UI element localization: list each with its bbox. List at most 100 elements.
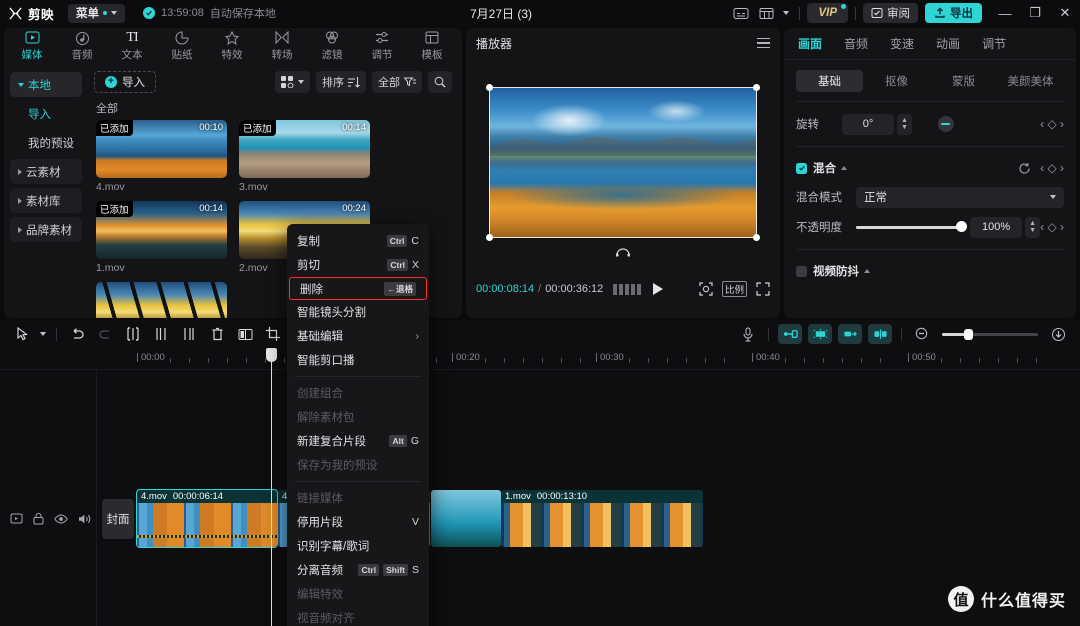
nav-item-import[interactable]: 导入 [10, 101, 82, 126]
tab-picture[interactable]: 画面 [798, 35, 822, 52]
opacity-stepper[interactable]: ▲ ▼ [1025, 216, 1041, 238]
tab-adjust[interactable]: 调节 [357, 28, 407, 64]
export-button[interactable]: 导出 [925, 3, 982, 23]
timeline-ruler[interactable]: 00:00 00:20 00:30 00:40 00:50 [0, 348, 1080, 370]
subtab-basic[interactable]: 基础 [796, 70, 863, 92]
layout-icon[interactable] [754, 3, 780, 23]
fullscreen-icon[interactable] [756, 282, 770, 296]
sort-button[interactable]: 排序 [316, 71, 366, 93]
media-thumbnail[interactable] [96, 282, 227, 318]
menu-item-smart-oral-cut[interactable]: 智能剪口播 [287, 348, 429, 372]
layout-chevron-icon[interactable] [780, 3, 792, 23]
chevron-up-icon[interactable] [864, 269, 870, 273]
timeline-zoom-slider[interactable] [942, 328, 1038, 340]
opacity-slider[interactable] [856, 221, 968, 232]
chevron-up-icon[interactable] [841, 166, 847, 170]
nav-item-local[interactable]: 本地 [10, 72, 82, 97]
playhead[interactable] [266, 348, 277, 626]
media-item[interactable]: 已添加 00:10 4.mov [96, 120, 227, 193]
rotate-stepper[interactable]: ▲ ▼ [897, 113, 912, 135]
nav-item-brand[interactable]: 品牌素材 [10, 217, 82, 242]
nav-item-library[interactable]: 素材库 [10, 188, 82, 213]
timeline-clip[interactable] [431, 490, 501, 547]
tab-template[interactable]: 模板 [407, 28, 457, 64]
import-button[interactable]: + 导入 [94, 71, 156, 93]
menu-item-separate-audio[interactable]: 分离音频 Ctrl Shift S [287, 558, 429, 582]
menu-item-delete[interactable]: 删除 ←退格 [289, 277, 427, 300]
crop-icon[interactable] [259, 322, 287, 346]
review-button[interactable]: 审阅 [863, 3, 918, 23]
stabilize-checkbox[interactable] [796, 265, 807, 277]
tab-media[interactable]: 媒体 [7, 28, 57, 64]
nav-item-presets[interactable]: 我的预设 [10, 130, 82, 155]
opacity-keyframe[interactable]: ‹ ◇ › [1040, 220, 1064, 234]
menu-item-recognize-subtitles[interactable]: 识别字幕/歌词 [287, 534, 429, 558]
subtitle-icon[interactable] [728, 3, 754, 23]
zoom-fit-icon[interactable] [1044, 322, 1072, 346]
media-thumbnail[interactable]: 已添加 00:10 [96, 120, 227, 178]
timeline-clip[interactable]: 1.mov 00:00:13:10 [501, 490, 703, 547]
menu-item-disable-clip[interactable]: 停用片段 V [287, 510, 429, 534]
tab-sticker[interactable]: 贴纸 [157, 28, 207, 64]
close-button[interactable]: ✕ [1050, 0, 1080, 26]
tab-speed[interactable]: 变速 [890, 35, 914, 52]
cursor-mode-chevron-icon[interactable] [36, 322, 50, 346]
vip-button[interactable]: VIP [807, 3, 848, 23]
cover-chip[interactable]: 封面 [102, 499, 134, 539]
resize-handle-tr[interactable] [753, 83, 760, 91]
lock-icon[interactable] [33, 512, 44, 530]
rotate-input[interactable]: 0° [842, 113, 894, 135]
media-item[interactable]: 已添加 00:14 3.mov [239, 120, 370, 193]
split-icon[interactable] [119, 322, 147, 346]
menu-item-cut[interactable]: 剪切 Ctrl X [287, 253, 429, 277]
mirror-icon[interactable] [231, 322, 259, 346]
media-thumbnail[interactable]: 已添加 00:14 [96, 201, 227, 259]
hamburger-icon[interactable] [757, 37, 770, 49]
nav-item-cloud[interactable]: 云素材 [10, 159, 82, 184]
subtab-beauty[interactable]: 美颜美体 [997, 70, 1064, 92]
tab-text[interactable]: TI 文本 [107, 28, 157, 64]
reset-icon[interactable] [1018, 162, 1031, 175]
zoom-out-icon[interactable] [908, 322, 936, 346]
resize-handle-tl[interactable] [486, 83, 493, 91]
rotate-keyframe[interactable]: ‹ ◇ › [1040, 117, 1064, 131]
trim-right-icon[interactable] [175, 322, 203, 346]
subtab-keying[interactable]: 抠像 [863, 70, 930, 92]
resize-handle-br[interactable] [753, 233, 760, 241]
rotate-handle-icon[interactable] [615, 246, 631, 260]
focus-icon[interactable] [699, 282, 713, 296]
blend-mode-select[interactable]: 正常 [856, 186, 1064, 208]
tab-audio-props[interactable]: 音频 [844, 35, 868, 52]
resize-handle-bl[interactable] [486, 233, 493, 241]
volume-icon[interactable] [78, 512, 91, 530]
tab-animation[interactable]: 动画 [936, 35, 960, 52]
media-thumbnail[interactable]: 已添加 00:14 [239, 120, 370, 178]
trim-left-icon[interactable] [147, 322, 175, 346]
auto-extend-icon[interactable] [838, 324, 862, 344]
auto-split-icon[interactable] [868, 324, 892, 344]
blend-checkbox[interactable] [796, 162, 807, 174]
zoom-slider-thumb[interactable] [964, 328, 973, 340]
tab-effects[interactable]: 特效 [207, 28, 257, 64]
redo-icon[interactable] [91, 322, 119, 346]
timeline-clip[interactable]: 4.mov 00:00:06:14 [136, 489, 278, 548]
menu-item-basic-edit[interactable]: 基础编辑 › [287, 324, 429, 348]
menu-button[interactable]: 菜单 [68, 3, 126, 23]
opacity-slider-thumb[interactable] [956, 221, 968, 232]
menu-item-copy[interactable]: 复制 Ctrl C [287, 229, 429, 253]
auto-fill-icon[interactable] [778, 324, 802, 344]
rotate-dial[interactable] [938, 116, 954, 132]
minimize-button[interactable]: — [990, 0, 1020, 26]
record-icon[interactable] [10, 512, 23, 530]
menu-item-new-compound-clip[interactable]: 新建复合片段 Alt G [287, 429, 429, 453]
tab-audio[interactable]: 音频 [57, 28, 107, 64]
eye-icon[interactable] [54, 512, 68, 530]
view-mode-button[interactable] [275, 71, 310, 93]
menu-item-smart-shot-split[interactable]: 智能镜头分割 [287, 300, 429, 324]
auto-sparkle-icon[interactable] [808, 324, 832, 344]
opacity-input[interactable]: 100% [970, 216, 1023, 238]
playhead-handle[interactable] [266, 348, 277, 362]
frames-icon[interactable] [613, 283, 642, 295]
tab-transition[interactable]: 转场 [257, 28, 307, 64]
maximize-button[interactable]: ❐ [1020, 0, 1050, 26]
